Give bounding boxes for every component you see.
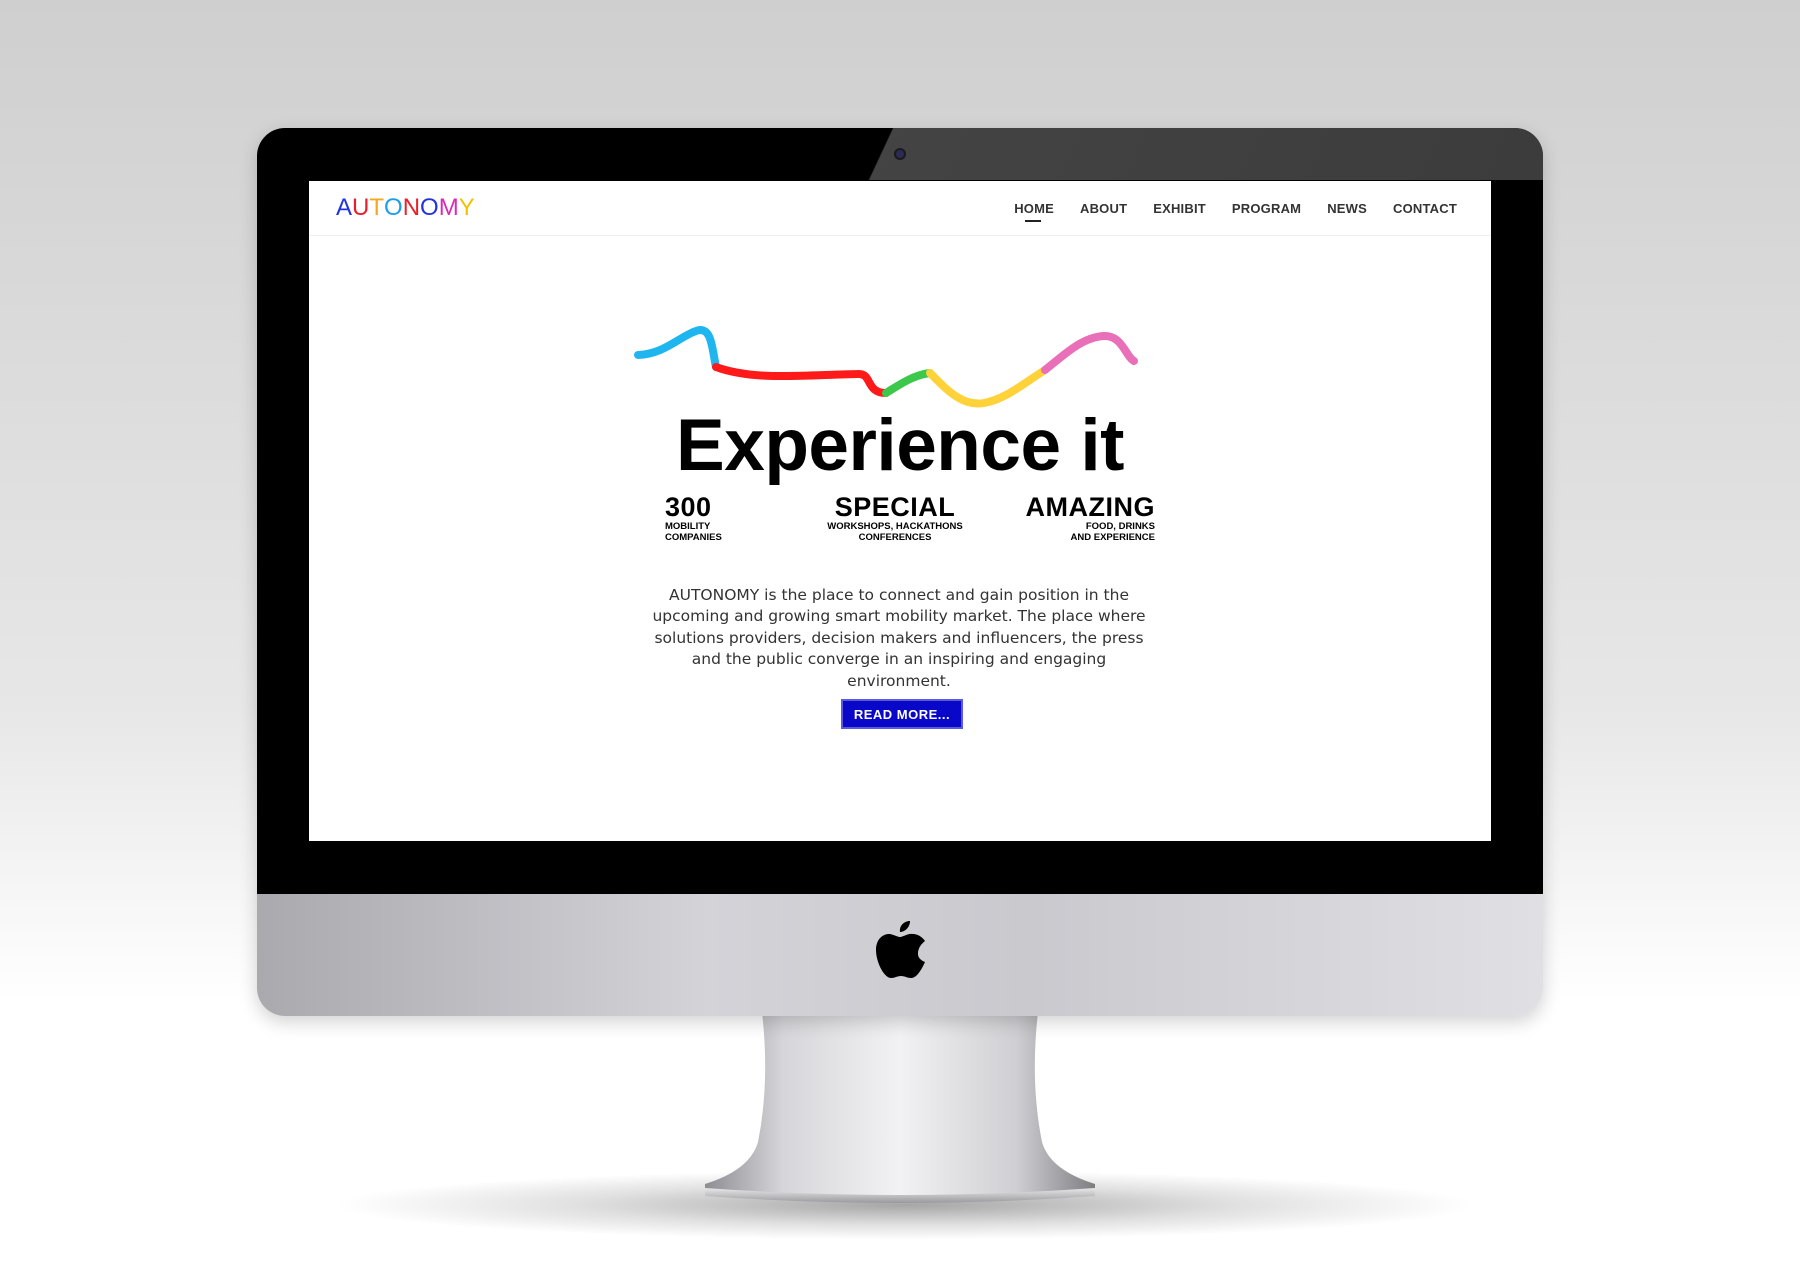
autonomy-logo[interactable]: AUTONOMY	[336, 195, 475, 221]
main-nav: HOME ABOUT EXHIBIT PROGRAM NEWS CONTACT	[988, 201, 1457, 222]
stat-amazing-line1: FOOD, DRINKS	[1085, 521, 1155, 532]
stat-special-line1: WORKSHOPS, HACKATHONS	[827, 521, 963, 532]
stat-companies: 300 MOBILITY COMPANIES	[665, 493, 722, 543]
nav-contact[interactable]: CONTACT	[1393, 201, 1457, 216]
stat-companies-value: 300	[665, 492, 712, 522]
brand-letter: O	[384, 194, 403, 221]
stat-amazing-line2: AND EXPERIENCE	[1070, 532, 1155, 543]
website-screen: AUTONOMY HOME ABOUT EXHIBIT PROGRAM NEWS…	[309, 181, 1491, 841]
read-more-button[interactable]: READ MORE...	[841, 699, 963, 729]
brand-letter: O	[420, 194, 439, 221]
hero-headline: Experience it	[676, 405, 1124, 486]
nav-exhibit[interactable]: EXHIBIT	[1153, 201, 1206, 216]
nav-program[interactable]: PROGRAM	[1232, 201, 1301, 216]
brand-letter: U	[352, 194, 370, 221]
site-header: AUTONOMY HOME ABOUT EXHIBIT PROGRAM NEWS…	[309, 181, 1491, 236]
nav-home[interactable]: HOME	[1014, 201, 1054, 222]
colorful-road-squiggle	[634, 326, 1138, 408]
nav-about[interactable]: ABOUT	[1080, 201, 1127, 216]
stat-amazing: AMAZING FOOD, DRINKS AND EXPERIENCE	[1026, 493, 1155, 543]
hero-description: AUTONOMY is the place to connect and gai…	[652, 585, 1146, 690]
stat-special: SPECIAL WORKSHOPS, HACKATHONS CONFERENCE…	[815, 493, 975, 543]
brand-letter: M	[438, 194, 459, 221]
stat-companies-line2: COMPANIES	[665, 532, 722, 543]
brand-letter: A	[336, 194, 353, 221]
brand-letter: T	[369, 194, 385, 221]
stat-companies-line1: MOBILITY	[665, 521, 711, 532]
brand-letter: Y	[458, 194, 475, 221]
apple-logo-icon	[876, 921, 925, 978]
brand-letter: N	[402, 194, 421, 221]
stat-amazing-value: AMAZING	[1025, 492, 1155, 522]
stat-special-value: SPECIAL	[834, 492, 956, 522]
camera-icon	[896, 150, 904, 158]
hero-stats: 300 MOBILITY COMPANIES SPECIAL WORKSHOPS…	[665, 493, 1155, 553]
stat-special-line2: CONFERENCES	[858, 532, 932, 543]
nav-news[interactable]: NEWS	[1327, 201, 1367, 216]
monitor-stand	[705, 1012, 1095, 1203]
